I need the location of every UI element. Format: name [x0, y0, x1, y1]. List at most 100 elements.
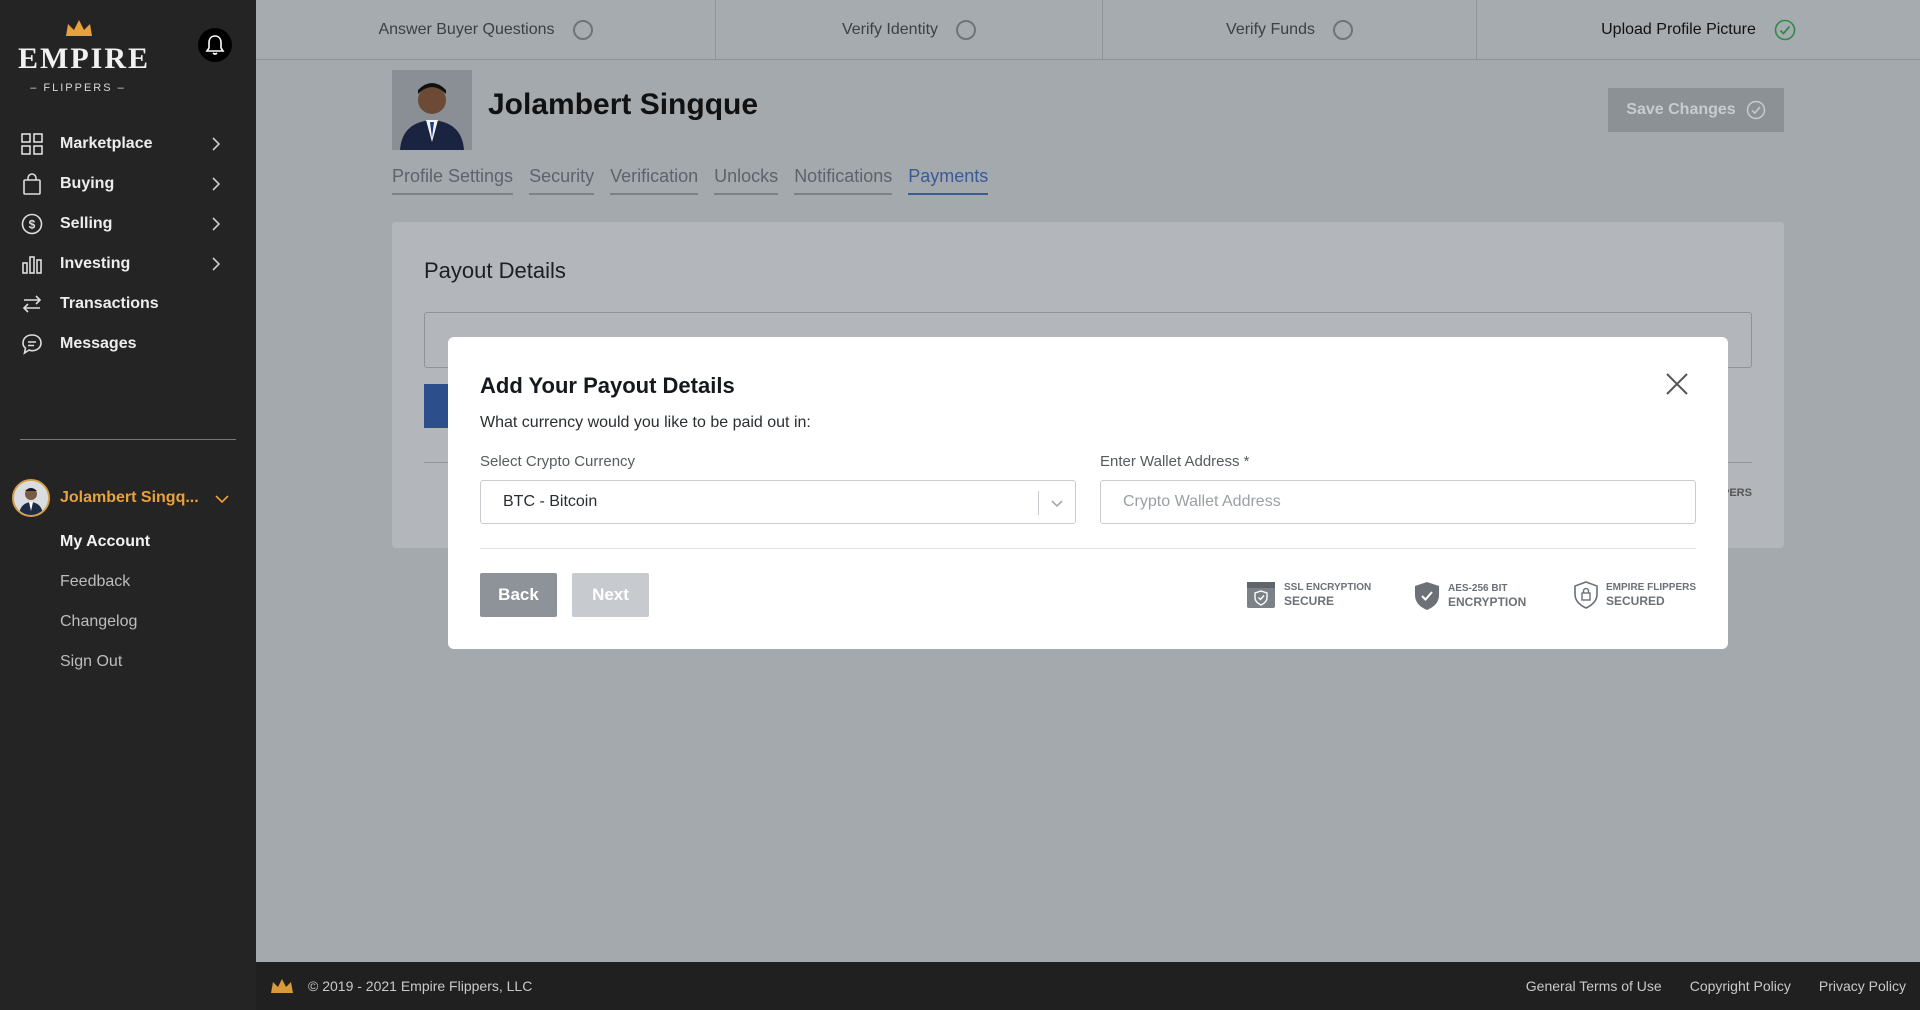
tab-profile-settings[interactable]: Profile Settings [392, 166, 514, 195]
modal-subtitle: What currency would you like to be paid … [480, 414, 811, 431]
modal-title: Add Your Payout Details [480, 373, 735, 398]
sidebar-item-marketplace[interactable]: Marketplace [0, 124, 256, 164]
incomplete-circle-icon [956, 20, 977, 40]
sidebar-item-messages[interactable]: Messages [0, 324, 256, 364]
badge-line2: SECURE [1284, 594, 1335, 608]
bar-chart-icon [20, 252, 44, 276]
copyright: © 2019 - 2021 Empire Flippers, LLC [308, 978, 533, 994]
step-label: Verify Identity [841, 21, 939, 38]
grid-icon [20, 132, 44, 156]
ssl-badge: SSL ENCRYPTION SECURE [1246, 581, 1371, 609]
sidebar-item-label: Transactions [60, 295, 159, 312]
card-title: Payout Details [424, 258, 566, 283]
tab-verification[interactable]: Verification [610, 166, 699, 195]
main-nav: Marketplace Buying $ Selling Investing T… [0, 124, 256, 364]
modal-divider [480, 548, 1696, 549]
tab-unlocks[interactable]: Unlocks [714, 166, 779, 195]
terms-link[interactable]: General Terms of Use [1526, 978, 1662, 994]
badge-line2: SECURED [1606, 594, 1665, 608]
chevron-right-icon [212, 137, 221, 151]
save-changes-label: Save Changes [1626, 101, 1736, 118]
step-verify-funds[interactable]: Verify Funds [1103, 0, 1477, 60]
select-separator [1038, 491, 1039, 515]
footer-links: General Terms of Use Copyright Policy Pr… [1526, 978, 1906, 994]
chevron-down-icon [1051, 500, 1063, 508]
footer: © 2019 - 2021 Empire Flippers, LLC Gener… [256, 962, 1920, 1010]
sidebar-item-transactions[interactable]: Transactions [0, 284, 256, 324]
menu-changelog[interactable]: Changelog [60, 602, 150, 642]
sidebar-item-selling[interactable]: $ Selling [0, 204, 256, 244]
wallet-label: Enter Wallet Address * [1100, 453, 1250, 470]
wallet-address-input[interactable] [1100, 480, 1696, 524]
crypto-currency-select[interactable]: BTC - Bitcoin [480, 480, 1076, 524]
empire-flippers-logo[interactable]: EMPIRE – FLIPPERS – [18, 18, 150, 94]
chevron-down-icon [215, 495, 229, 504]
next-button[interactable]: Next [572, 573, 649, 617]
incomplete-circle-icon [572, 20, 593, 40]
notifications-button[interactable] [198, 28, 232, 62]
empire-secured-badge: EMPIRE FLIPPERS SECURED [1574, 581, 1696, 609]
user-name: Jolambert Singq... [60, 489, 199, 506]
dollar-circle-icon: $ [20, 212, 44, 236]
sidebar-item-label: Messages [60, 335, 137, 352]
profile-name: Jolambert Singque [488, 88, 759, 121]
menu-my-account[interactable]: My Account [60, 522, 150, 562]
sidebar-item-label: Selling [60, 215, 113, 232]
badge-line1: AES-256 BIT [1448, 583, 1508, 594]
chevron-right-icon [212, 217, 221, 231]
sidebar-item-buying[interactable]: Buying [0, 164, 256, 204]
arrows-swap-icon [20, 292, 44, 316]
sidebar-item-investing[interactable]: Investing [0, 244, 256, 284]
badge-line2: ENCRYPTION [1448, 595, 1527, 609]
step-upload-profile-picture[interactable]: Upload Profile Picture [1477, 0, 1920, 60]
crown-icon [271, 979, 293, 993]
step-label: Verify Funds [1226, 21, 1315, 38]
close-icon[interactable] [1664, 371, 1690, 397]
save-changes-button[interactable]: Save Changes [1608, 88, 1784, 132]
badge-line1: SSL ENCRYPTION [1284, 582, 1372, 593]
profile-photo[interactable] [392, 70, 472, 150]
user-menu-toggle[interactable]: Jolambert Singq... [12, 478, 244, 518]
sidebar: EMPIRE – FLIPPERS – Marketplace Buying $ [0, 0, 256, 1010]
shopping-bag-icon [20, 172, 44, 196]
logo-wordmark: EMPIRE [18, 42, 150, 75]
sidebar-item-label: Investing [60, 255, 131, 272]
crown-icon [66, 20, 92, 36]
privacy-policy-link[interactable]: Privacy Policy [1819, 978, 1906, 994]
step-label: Upload Profile Picture [1601, 21, 1756, 38]
check-circle-icon [1746, 100, 1765, 120]
onboarding-steps: Answer Buyer Questions Verify Identity V… [256, 0, 1920, 60]
lock-shield-icon [1574, 581, 1598, 609]
chevron-right-icon [212, 177, 221, 191]
aes-badge: AES-256 BIT ENCRYPTION [1414, 581, 1526, 611]
tab-security[interactable]: Security [529, 166, 595, 195]
bell-icon [205, 35, 225, 55]
step-verify-identity[interactable]: Verify Identity [716, 0, 1103, 60]
svg-text:$: $ [29, 218, 36, 232]
tab-notifications[interactable]: Notifications [794, 166, 893, 195]
incomplete-circle-icon [1332, 20, 1353, 40]
currency-label: Select Crypto Currency [480, 453, 636, 470]
step-answer-buyer-questions[interactable]: Answer Buyer Questions [256, 0, 716, 60]
copyright-policy-link[interactable]: Copyright Policy [1690, 978, 1791, 994]
menu-sign-out[interactable]: Sign Out [60, 642, 150, 682]
check-circle-icon [1774, 19, 1796, 41]
step-label: Answer Buyer Questions [378, 21, 555, 38]
account-menu: My Account Feedback Changelog Sign Out [60, 522, 150, 682]
profile-tabs: Profile Settings Security Verification U… [392, 166, 989, 195]
ssl-browser-icon [1247, 582, 1275, 608]
chat-bubble-icon [20, 332, 44, 356]
badge-line1: EMPIRE FLIPPERS [1606, 582, 1697, 593]
sidebar-item-label: Buying [60, 175, 115, 192]
chevron-right-icon [212, 257, 221, 271]
avatar [12, 479, 50, 517]
menu-feedback[interactable]: Feedback [60, 562, 150, 602]
sidebar-item-label: Marketplace [60, 135, 153, 152]
sidebar-divider [20, 439, 236, 440]
selected-currency: BTC - Bitcoin [503, 493, 598, 510]
shield-check-icon [1415, 582, 1439, 610]
tab-payments[interactable]: Payments [908, 166, 989, 195]
back-button[interactable]: Back [480, 573, 557, 617]
logo-subtext: – FLIPPERS – [30, 82, 126, 94]
payout-details-modal: Add Your Payout Details What currency wo… [448, 337, 1728, 649]
